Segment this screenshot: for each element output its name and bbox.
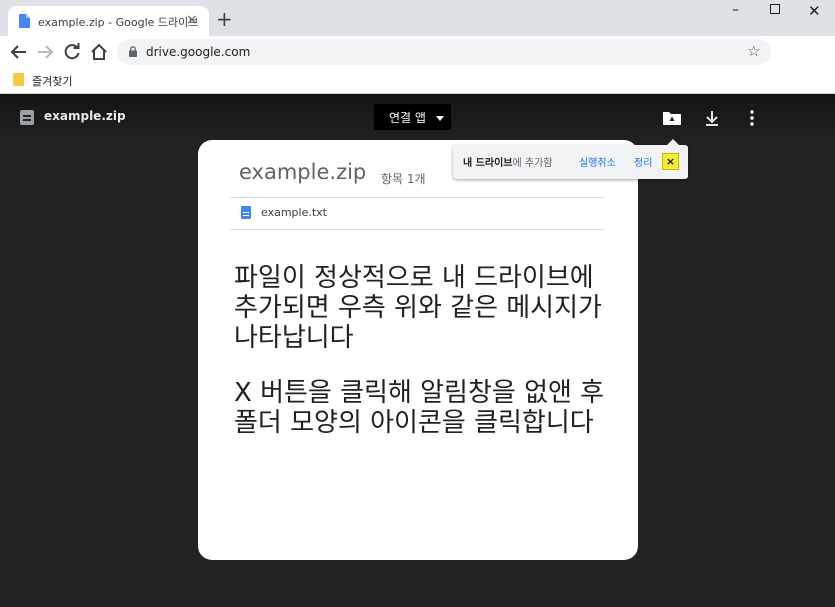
- tab-title: example.zip - Google 드라이브: [38, 16, 199, 29]
- zip-entry[interactable]: example.txt: [261, 206, 327, 219]
- bookmark-folder-icon[interactable]: [13, 73, 24, 86]
- open-with-button[interactable]: 연결 앱: [374, 104, 451, 130]
- window-close-icon[interactable]: ✕: [808, 3, 821, 19]
- zip-title: example.zip: [239, 160, 367, 184]
- instruction-line: 나타납니다: [234, 323, 354, 353]
- bookmark-folder-label[interactable]: 즐겨찾기: [32, 73, 72, 89]
- notification-text: 에 추가함: [512, 158, 553, 169]
- drive-preview-viewer: example.zip 연결 앱 example.zip 항목 1개 examp…: [0, 94, 835, 607]
- back-arrow-icon[interactable]: [7, 40, 31, 64]
- bookmark-star-icon[interactable]: ☆: [747, 42, 760, 60]
- divider: [230, 229, 604, 230]
- instruction-line: 파일이 정상적으로 내 드라이브에: [234, 263, 594, 293]
- notification-message: 내 드라이브에 추가함: [463, 154, 552, 169]
- added-to-drive-notification: 내 드라이브에 추가함 실행취소 정리 ×: [453, 139, 688, 179]
- zip-preview-card: example.zip 항목 1개 example.txt 파일이 정상적으로 …: [198, 140, 638, 560]
- text-document-icon: [241, 206, 251, 219]
- viewer-filename: example.zip: [44, 109, 126, 123]
- undo-link[interactable]: 실행취소: [579, 154, 616, 169]
- archive-file-icon: [20, 110, 34, 125]
- add-to-drive-folder-icon[interactable]: [662, 108, 682, 128]
- browser-toolbar: drive.google.com ☆: [0, 36, 835, 68]
- new-tab-icon[interactable]: +: [216, 8, 233, 30]
- open-with-label: 연결 앱: [389, 111, 426, 125]
- viewer-top-bar: example.zip 연결 앱: [0, 94, 835, 144]
- dropdown-caret-icon: [436, 116, 444, 121]
- divider: [230, 197, 604, 198]
- url-text: drive.google.com: [146, 45, 251, 59]
- browser-tab[interactable]: example.zip - Google 드라이브 ×: [8, 6, 209, 36]
- minimize-icon[interactable]: –: [732, 2, 739, 18]
- drive-doc-favicon-icon: [19, 14, 30, 28]
- reload-icon[interactable]: [60, 40, 84, 64]
- item-count: 항목 1개: [381, 172, 426, 186]
- instruction-line: X 버튼을 클릭해 알림창을 없앤 후: [234, 378, 605, 408]
- tab-close-icon[interactable]: ×: [186, 12, 198, 28]
- instruction-line: 추가되면 우측 위와 같은 메시지가: [234, 293, 602, 323]
- home-icon[interactable]: [87, 40, 111, 64]
- notification-close-icon[interactable]: ×: [662, 153, 679, 170]
- tab-strip: example.zip - Google 드라이브 × + – ✕: [0, 0, 835, 36]
- more-options-icon[interactable]: [742, 108, 762, 128]
- notification-bold-text: 내 드라이브: [463, 158, 513, 169]
- forward-arrow-icon[interactable]: [33, 40, 57, 64]
- lock-icon: [129, 46, 137, 57]
- notification-pointer: [667, 139, 679, 145]
- instruction-line: 폴더 모양의 아이콘을 클릭합니다: [234, 408, 594, 438]
- download-icon[interactable]: [702, 108, 722, 128]
- maximize-icon[interactable]: [770, 4, 780, 14]
- bookmarks-bar: 즐겨찾기: [0, 68, 835, 94]
- address-bar[interactable]: drive.google.com ☆: [117, 39, 771, 65]
- organize-link[interactable]: 정리: [634, 154, 652, 169]
